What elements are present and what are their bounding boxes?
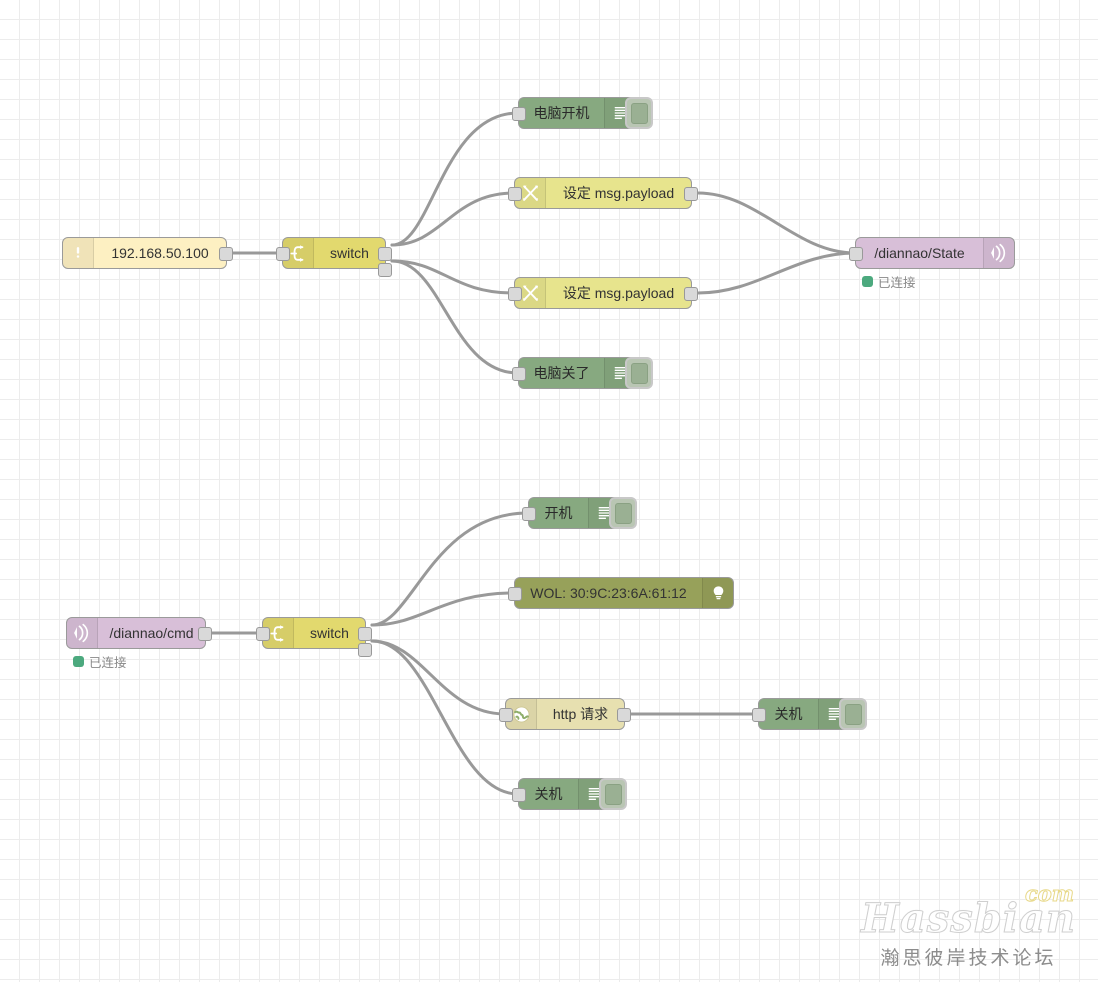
mqtt-signal-icon	[67, 618, 98, 648]
switch-node-top-output-port-2[interactable]	[378, 263, 392, 277]
change-node-set-payload-1-input-port[interactable]	[508, 187, 522, 201]
change-node-set-payload-1-output-port[interactable]	[684, 187, 698, 201]
wire-switch-to-change-1[interactable]	[390, 191, 516, 247]
debug-node-power-on[interactable]: 开机	[522, 497, 637, 529]
change-node-set-payload-1-label: 设定 msg.payload	[562, 185, 675, 201]
http-request-node-label: http 请求	[552, 706, 609, 722]
switch-node-top-label: switch	[330, 245, 369, 261]
wire-switch-b-to-http[interactable]	[370, 639, 507, 716]
debug-node-pc-on-label: 电脑开机	[533, 105, 590, 121]
inject-node-output-port[interactable]	[219, 247, 233, 261]
change-node-set-payload-1[interactable]: 设定 msg.payload	[508, 177, 698, 209]
flow-canvas[interactable]: 192.168.50.100 switch 电脑开机设定 msg.payload 设定…	[0, 0, 1098, 982]
change-node-set-payload-2-label: 设定 msg.payload	[562, 285, 675, 301]
inject-node-label: 192.168.50.100	[111, 245, 209, 261]
wire-switch-b-to-wol[interactable]	[370, 591, 516, 627]
status-dot-icon	[862, 276, 873, 287]
debug-node-power-off-2-label: 关机	[774, 706, 803, 722]
change-node-set-payload-2-input-port[interactable]	[508, 287, 522, 301]
debug-node-pc-on-input-port[interactable]	[512, 107, 526, 121]
mqtt-signal-icon	[983, 238, 1014, 268]
switch-node-top-output-port-1[interactable]	[378, 247, 392, 261]
watermark-subtitle: 瀚思彼岸技术论坛	[880, 947, 1057, 969]
wire-switch-to-debug-pc-on[interactable]	[390, 111, 520, 247]
debug-node-pc-off-input-port[interactable]	[512, 367, 526, 381]
wol-node[interactable]: WOL: 30:9C:23:6A:61:12	[508, 577, 734, 609]
wire-switch-b-to-debug-on[interactable]	[370, 511, 530, 627]
mqtt-out-node-state[interactable]: /diannao/State	[849, 237, 1015, 269]
http-request-node-input-port[interactable]	[499, 708, 513, 722]
wire-switch-to-debug-pc-off[interactable]	[390, 259, 520, 375]
debug-node-power-on-label: 开机	[544, 505, 573, 521]
debug-node-pc-on[interactable]: 电脑开机	[512, 97, 653, 129]
mqtt-in-node-cmd-output-port[interactable]	[198, 627, 212, 641]
change-node-set-payload-2[interactable]: 设定 msg.payload	[508, 277, 698, 309]
switch-node-bottom-label: switch	[310, 625, 349, 641]
debug-node-power-off[interactable]: 关机	[512, 778, 627, 810]
change-node-set-payload-2-output-port[interactable]	[684, 287, 698, 301]
mqtt-out-node-state-status: 已连接	[862, 272, 916, 291]
switch-node-bottom-output-port-2[interactable]	[358, 643, 372, 657]
wol-node-input-port[interactable]	[508, 587, 522, 601]
debug-node-pc-off-label: 电脑关了	[533, 365, 590, 381]
http-request-node-output-port[interactable]	[617, 708, 631, 722]
mqtt-in-node-cmd-status-label: 已连接	[89, 656, 127, 670]
inject-node[interactable]: 192.168.50.100	[62, 237, 233, 269]
mqtt-in-node-cmd[interactable]: /diannao/cmd	[66, 617, 212, 649]
watermark: Hassbian com 瀚思彼岸技术论坛	[861, 883, 1076, 970]
debug-node-power-off-toggle-button[interactable]	[599, 778, 627, 810]
wire-switch-b-to-debug-off[interactable]	[370, 639, 520, 796]
debug-node-power-on-toggle-button[interactable]	[609, 497, 637, 529]
watermark-com: com	[1024, 881, 1074, 906]
switch-node-bottom[interactable]: switch	[256, 617, 372, 657]
switch-node-top[interactable]: switch	[276, 237, 392, 277]
wire-switch-to-change-2[interactable]	[390, 259, 516, 295]
debug-node-power-on-input-port[interactable]	[522, 507, 536, 521]
switch-node-bottom-input-port[interactable]	[256, 627, 270, 641]
debug-node-pc-off-toggle-button[interactable]	[625, 357, 653, 389]
wire-change-2-to-mqtt-out[interactable]	[696, 251, 857, 295]
debug-node-power-off-2-toggle-button[interactable]	[839, 698, 867, 730]
debug-node-power-off-2-input-port[interactable]	[752, 708, 766, 722]
debug-node-pc-off[interactable]: 电脑关了	[512, 357, 653, 389]
debug-node-power-off-input-port[interactable]	[512, 788, 526, 802]
mqtt-out-node-state-status-label: 已连接	[878, 276, 916, 290]
debug-node-power-off-2[interactable]: 关机	[752, 698, 867, 730]
status-dot-icon	[73, 656, 84, 667]
switch-node-top-input-port[interactable]	[276, 247, 290, 261]
wol-node-label: WOL: 30:9C:23:6A:61:12	[530, 585, 687, 601]
switch-node-bottom-output-port-1[interactable]	[358, 627, 372, 641]
lightbulb-icon	[702, 578, 733, 608]
debug-node-pc-on-toggle-button[interactable]	[625, 97, 653, 129]
mqtt-out-node-state-input-port[interactable]	[849, 247, 863, 261]
mqtt-out-node-state-label: /diannao/State	[874, 245, 965, 261]
debug-node-power-off-label: 关机	[534, 786, 563, 802]
inject-icon	[63, 238, 94, 268]
mqtt-in-node-cmd-label: /diannao/cmd	[109, 625, 194, 641]
mqtt-in-node-cmd-status: 已连接	[73, 652, 127, 671]
wire-change-1-to-mqtt-out[interactable]	[696, 191, 857, 255]
wire-layer	[210, 111, 857, 796]
http-request-node[interactable]: http 请求	[499, 698, 631, 730]
